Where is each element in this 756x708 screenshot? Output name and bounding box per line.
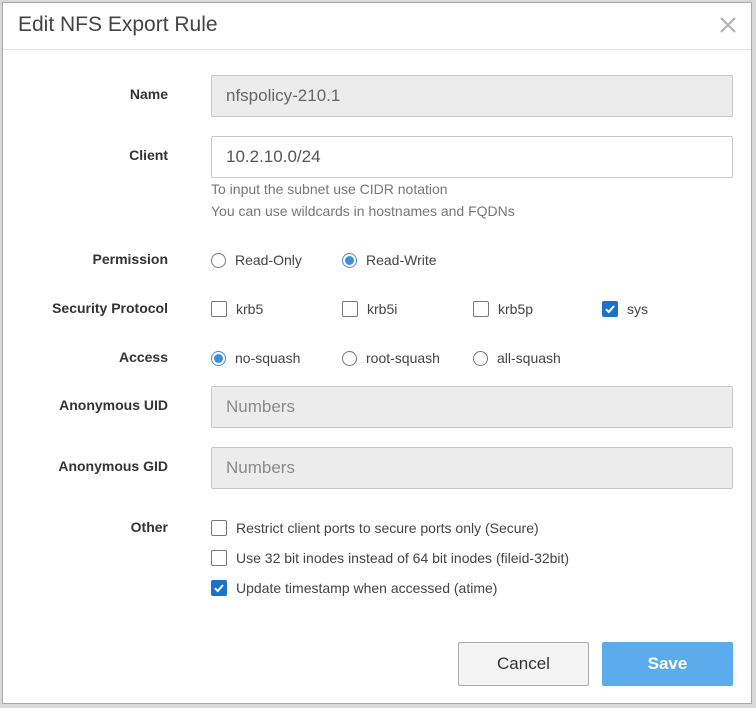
checkbox-icon[interactable]	[211, 550, 227, 566]
checkbox-icon[interactable]	[473, 301, 489, 317]
security-krb5-label: krb5	[236, 301, 264, 317]
security-krb5-checkbox[interactable]: krb5	[211, 298, 263, 320]
client-input[interactable]	[211, 136, 733, 178]
security-krb5i-checkbox[interactable]: krb5i	[342, 298, 397, 320]
security-krb5p-checkbox[interactable]: krb5p	[473, 298, 533, 320]
other-label: Other	[130, 519, 168, 535]
permission-read-only-radio[interactable]: Read-Only	[211, 249, 302, 271]
permission-label: Permission	[92, 251, 168, 267]
name-label: Name	[129, 86, 168, 102]
other-fileid-32bit-checkbox[interactable]: Use 32 bit inodes instead of 64 bit inod…	[211, 547, 569, 569]
checkbox-checked-icon[interactable]	[211, 580, 227, 596]
permission-read-write-label: Read-Write	[366, 252, 437, 268]
close-icon[interactable]	[715, 12, 741, 38]
access-label: Access	[118, 349, 168, 365]
access-no-squash-label: no-squash	[235, 350, 301, 366]
cancel-button[interactable]: Cancel	[458, 642, 589, 686]
radio-checked-icon[interactable]	[342, 252, 357, 268]
save-button[interactable]: Save	[602, 642, 733, 686]
permission-read-only-label: Read-Only	[235, 252, 302, 268]
client-label: Client	[129, 147, 168, 163]
access-no-squash-radio[interactable]: no-squash	[211, 347, 300, 369]
anonymous-uid-input[interactable]	[211, 386, 733, 428]
anonymous-gid-input[interactable]	[211, 447, 733, 489]
other-secure-label: Restrict client ports to secure ports on…	[236, 520, 539, 536]
security-protocol-label: Security Protocol	[52, 300, 168, 316]
radio-checked-icon[interactable]	[211, 350, 226, 366]
other-secure-checkbox[interactable]: Restrict client ports to secure ports on…	[211, 517, 539, 539]
name-input[interactable]	[211, 75, 733, 117]
radio-icon[interactable]	[211, 252, 226, 268]
checkbox-icon[interactable]	[342, 301, 358, 317]
checkbox-icon[interactable]	[211, 301, 227, 317]
dialog-header: Edit NFS Export Rule	[3, 3, 751, 50]
security-krb5p-label: krb5p	[498, 301, 534, 317]
checkbox-checked-icon[interactable]	[602, 301, 618, 317]
anonymous-gid-label: Anonymous GID	[58, 458, 168, 474]
access-root-squash-label: root-squash	[366, 350, 440, 366]
edit-nfs-export-rule-dialog: Edit NFS Export Rule Name Client To inpu…	[2, 2, 752, 704]
client-hint-cidr: To input the subnet use CIDR notation	[211, 181, 448, 197]
other-atime-checkbox[interactable]: Update timestamp when accessed (atime)	[211, 577, 497, 599]
checkbox-icon[interactable]	[211, 520, 227, 536]
security-sys-label: sys	[627, 301, 648, 317]
access-all-squash-label: all-squash	[497, 350, 561, 366]
security-sys-checkbox[interactable]: sys	[602, 298, 648, 320]
dialog-title: Edit NFS Export Rule	[18, 13, 218, 36]
access-root-squash-radio[interactable]: root-squash	[342, 347, 440, 369]
other-fileid-32bit-label: Use 32 bit inodes instead of 64 bit inod…	[236, 550, 570, 566]
other-atime-label: Update timestamp when accessed (atime)	[236, 580, 498, 596]
permission-read-write-radio[interactable]: Read-Write	[342, 249, 437, 271]
radio-icon[interactable]	[473, 350, 488, 366]
radio-icon[interactable]	[342, 350, 357, 366]
security-krb5i-label: krb5i	[367, 301, 398, 317]
client-hint-wildcards: You can use wildcards in hostnames and F…	[211, 203, 515, 219]
anonymous-uid-label: Anonymous UID	[59, 397, 168, 413]
access-all-squash-radio[interactable]: all-squash	[473, 347, 561, 369]
